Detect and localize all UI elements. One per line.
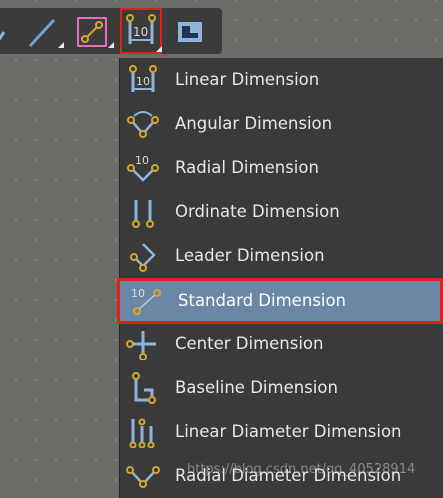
menu-item-label: Ordinate Dimension xyxy=(175,202,340,221)
menu-item-label: Leader Dimension xyxy=(175,246,325,265)
menu-item-label: Center Dimension xyxy=(175,334,324,353)
watermark: https://blog.csdn.net/qq_40528914 xyxy=(187,462,416,477)
ordinate-dimension-icon xyxy=(132,200,154,228)
menu-item-radial-dimension[interactable]: 10 Radial Dimension xyxy=(120,146,443,190)
linear-dimension-icon: 10 xyxy=(129,65,157,92)
dimension-dropdown-menu: 10 Linear Dimension Angular Dimension 10… xyxy=(117,58,443,498)
svg-text:10: 10 xyxy=(135,154,149,167)
angular-dimension-icon xyxy=(127,111,159,138)
menu-item-label: Angular Dimension xyxy=(175,114,333,133)
menu-item-label: Standard Dimension xyxy=(178,291,347,310)
svg-text:10: 10 xyxy=(131,287,145,300)
board-icon xyxy=(178,22,202,42)
linear-diameter-dimension-icon xyxy=(129,418,155,448)
toolbar: 10 xyxy=(0,8,222,54)
menu-item-center-dimension[interactable]: Center Dimension xyxy=(120,322,443,366)
menu-item-ordinate-dimension[interactable]: Ordinate Dimension xyxy=(120,190,443,234)
radial-dimension-icon: 10 xyxy=(127,154,159,182)
menu-item-linear-dimension[interactable]: 10 Linear Dimension xyxy=(120,58,443,102)
menu-item-leader-dimension[interactable]: Leader Dimension xyxy=(120,234,443,278)
radial-diameter-dimension-icon xyxy=(126,466,160,488)
line-tool-button[interactable] xyxy=(24,14,64,50)
dimension-dropdown-button[interactable]: 10 xyxy=(120,8,162,54)
line-icon xyxy=(28,18,56,48)
standard-dimension-icon: 10 xyxy=(131,287,161,315)
leader-dimension-icon xyxy=(130,243,156,272)
menu-item-label: Radial Dimension xyxy=(175,158,319,177)
menu-item-label: Linear Diameter Dimension xyxy=(175,422,402,441)
dropdown-corner-icon xyxy=(156,46,162,52)
menu-item-label: Baseline Dimension xyxy=(175,378,338,397)
menu-item-standard-dimension[interactable]: 10 Standard Dimension xyxy=(117,278,443,324)
arc-tool-button[interactable] xyxy=(0,14,10,50)
menu-item-baseline-dimension[interactable]: Baseline Dimension xyxy=(120,366,443,410)
svg-text:10: 10 xyxy=(133,25,148,39)
baseline-dimension-icon xyxy=(132,372,156,404)
menu-item-label: Linear Dimension xyxy=(175,70,320,89)
svg-text:10: 10 xyxy=(136,75,150,88)
arc-icon xyxy=(0,31,6,41)
dimension-point-button[interactable] xyxy=(74,14,114,50)
dropdown-corner-icon xyxy=(58,42,64,48)
menu-item-linear-diameter-dimension[interactable]: Linear Diameter Dimension xyxy=(120,410,443,454)
linear-dimension-icon: 10 xyxy=(126,14,156,44)
dimension-point-icon xyxy=(77,17,107,47)
menu-item-angular-dimension[interactable]: Angular Dimension xyxy=(120,102,443,146)
dropdown-corner-icon xyxy=(108,42,114,48)
center-dimension-icon xyxy=(126,331,156,360)
board-shape-button[interactable] xyxy=(172,14,208,50)
